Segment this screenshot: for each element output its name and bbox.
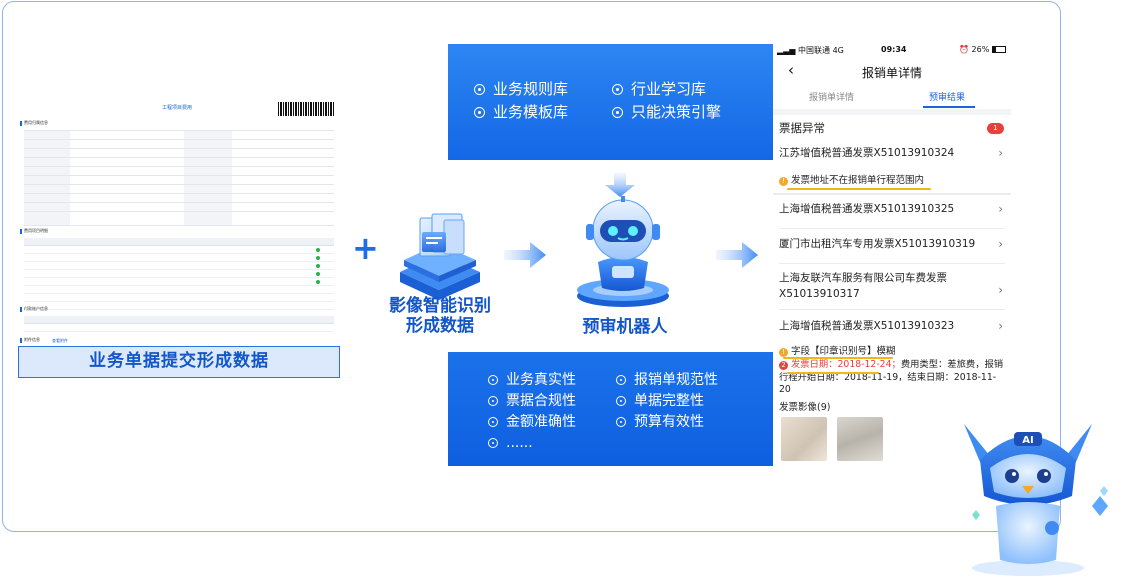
invoice-images-label: 发票影像(9) — [779, 402, 831, 413]
status-time: 09:34 — [881, 45, 907, 54]
invoice-thumbnail[interactable] — [837, 417, 883, 461]
review-robot-icon — [577, 196, 669, 307]
expense-items-table — [24, 238, 334, 310]
warning-seal-field: ! 字段【印章识别号】模糊 — [779, 343, 896, 357]
table-row — [24, 270, 334, 278]
chevron-right-icon: › — [998, 319, 1003, 333]
tab-review-result[interactable]: 预审结果 — [929, 90, 965, 103]
image-recognition-line1: 影像智能识别 — [389, 296, 491, 316]
chevron-right-icon: › — [998, 283, 1003, 297]
document-title: 工程项目费用 — [162, 105, 193, 111]
chevron-right-icon: › — [998, 202, 1003, 216]
phone-screen: ▂▃▅ 中国联通 4G 09:34 ⏰ 26% ‹ 报销单详情 报销单详情 预审… — [773, 41, 1011, 473]
check-item: 票据合规性 — [488, 391, 576, 411]
check-item: 单据完整性 — [616, 391, 704, 411]
arrow-right-icon — [716, 242, 758, 268]
payment-table — [24, 316, 334, 332]
table-row — [24, 278, 334, 286]
check-item: ...... — [488, 433, 533, 453]
plus-icon: + — [352, 229, 379, 267]
circle-dot-icon — [488, 375, 498, 385]
image-recognition-label: 影像智能识别 形成数据 — [360, 296, 520, 336]
section-expense-items: 费用项目明细 — [20, 228, 48, 234]
phone-title: 报销单详情 — [861, 66, 922, 80]
battery-icon — [991, 46, 1006, 53]
invoice-row[interactable]: 上海增值税普通发票X51013910323 › — [779, 318, 1005, 338]
barcode — [278, 102, 334, 116]
image-recognition-line2: 形成数据 — [406, 316, 474, 336]
ai-mascot-icon: AI — [964, 424, 1108, 576]
circle-dot-icon — [612, 107, 623, 118]
error-icon: 2 — [779, 361, 788, 370]
section-payment-account: 付款账户信息 — [20, 306, 48, 312]
table-row — [24, 262, 334, 270]
circle-dot-icon — [488, 417, 498, 427]
active-tab-indicator — [923, 106, 975, 108]
document-stack-icon — [400, 213, 480, 300]
highlight-underline — [787, 188, 931, 190]
chevron-right-icon: › — [998, 237, 1003, 251]
warning-icon: ! — [779, 348, 788, 357]
rule-item: 业务规则库 — [474, 79, 568, 99]
check-item: 预算有效性 — [616, 412, 704, 432]
view-attachments-link[interactable]: 查看附件 — [52, 338, 68, 344]
section-expense-attribution: 费用归属信息 — [20, 120, 48, 126]
warning-icon: ! — [779, 177, 788, 186]
attribution-grid — [24, 130, 334, 226]
circle-dot-icon — [612, 84, 623, 95]
rules-panel: 业务规则库 行业学习库 业务模板库 只能决策引擎 — [448, 44, 774, 160]
rule-item: 行业学习库 — [612, 79, 706, 99]
invoice-row[interactable]: 厦门市出租汽车专用发票X51013910319 › — [779, 236, 1005, 264]
signal-icon: ▂▃▅ — [777, 46, 796, 55]
circle-dot-icon — [616, 396, 626, 406]
check-item: 业务真实性 — [488, 370, 576, 390]
check-item: 报销单规范性 — [616, 370, 718, 390]
check-item: 金额准确性 — [488, 412, 576, 432]
highlight-underline — [787, 372, 879, 374]
mascot-badge: AI — [1022, 435, 1033, 446]
alarm-icon: ⏰ — [959, 45, 969, 54]
business-document-preview: 工程项目费用 费用归属信息 费用项目明细 付款账户信息 附件信息 查看附件 — [16, 100, 342, 346]
robot-label: 预审机器人 — [582, 317, 668, 337]
error-count-badge: 1 — [987, 123, 1004, 134]
rule-item: 业务模板库 — [474, 102, 568, 122]
invoice-row[interactable]: 上海增值税普通发票X51013910325 › — [779, 201, 1005, 229]
circle-dot-icon — [488, 438, 498, 448]
error-date-mismatch: 2 发票日期：2018-12-24；费用类型：差旅费，报销行程开始日期：2018-… — [779, 359, 1004, 395]
chevron-right-icon: › — [998, 146, 1003, 160]
rule-item: 只能决策引擎 — [612, 102, 721, 122]
arrow-right-icon — [504, 242, 546, 268]
invoice-row[interactable]: 江苏增值税普通发票X51013910324 › — [779, 145, 1005, 165]
table-row — [24, 254, 334, 262]
circle-dot-icon — [474, 84, 485, 95]
warning-address: ! 发票地址不在报销单行程范围内 — [779, 172, 924, 186]
circle-dot-icon — [474, 107, 485, 118]
circle-dot-icon — [488, 396, 498, 406]
circle-dot-icon — [616, 417, 626, 427]
section-title: 票据异常 — [779, 121, 825, 135]
status-battery: ⏰ 26% — [959, 45, 1006, 54]
section-attachments: 附件信息 — [20, 337, 40, 343]
invoice-row[interactable]: 上海友联汽车服务有限公司车费发票X51013910317 › — [779, 270, 1005, 310]
checks-panel: 业务真实性 报销单规范性 票据合规性 单据完整性 金额准确性 预算有效性 ...… — [448, 352, 774, 466]
tab-reimbursement-detail[interactable]: 报销单详情 — [809, 90, 854, 103]
document-submission-banner: 业务单据提交形成数据 — [18, 346, 340, 378]
circle-dot-icon — [616, 375, 626, 385]
invoice-thumbnail[interactable] — [781, 417, 827, 461]
table-row — [24, 246, 334, 254]
status-carrier: ▂▃▅ 中国联通 4G — [777, 46, 844, 55]
